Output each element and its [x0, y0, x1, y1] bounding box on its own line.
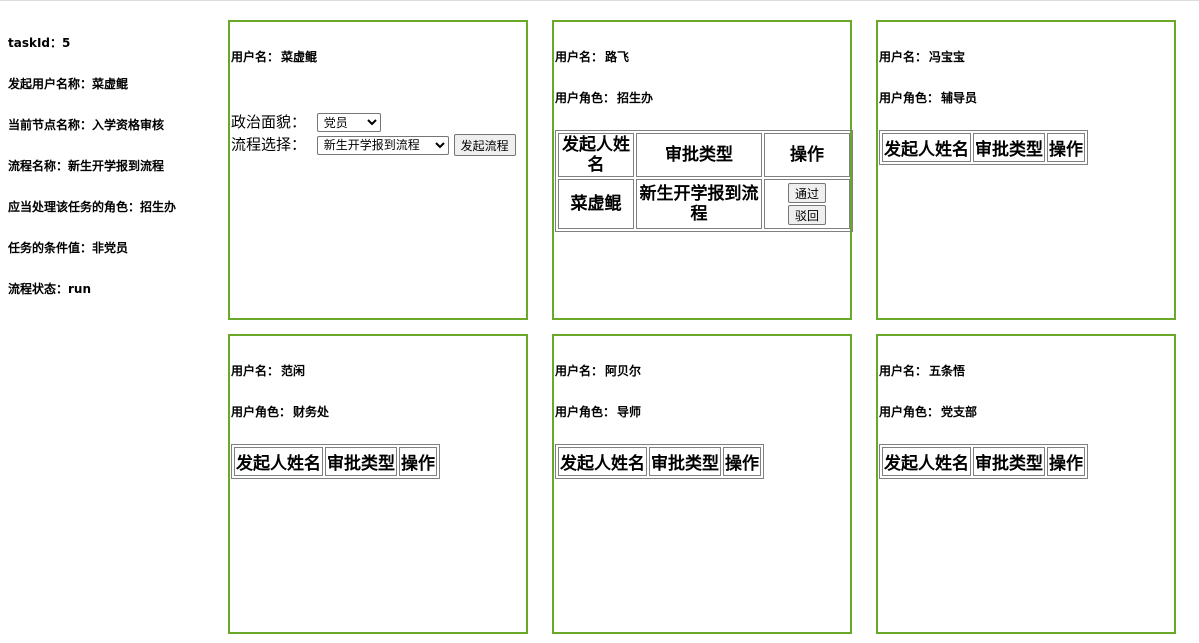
role-label: 用户角色： [879, 405, 940, 419]
username-label: 用户名： [555, 364, 604, 378]
username-line: 用户名： 冯宝宝 [879, 50, 965, 64]
cell-initiator: 菜虚鲲 [558, 179, 634, 229]
header-type: 审批类型 [973, 133, 1045, 162]
current-node-name: 当前节点名称：入学资格审核 [8, 118, 165, 132]
header-initiator: 发起人姓名 [882, 447, 971, 476]
table-header-row: 发起人姓名 审批类型 操作 [558, 133, 850, 177]
user-panel-3: 用户名： 冯宝宝 用户角色： 辅导员 发起人姓名 审批类型 操作 [876, 20, 1176, 320]
task-info-sidebar: taskId：5 发起用户名称：菜虚鲲 当前节点名称：入学资格审核 流程名称：新… [8, 36, 218, 323]
header-type: 审批类型 [325, 447, 397, 476]
task-id: taskId：5 [8, 36, 71, 50]
process-label: 流程选择： [231, 135, 307, 154]
user-panel-5: 用户名： 阿贝尔 用户角色： 导师 发起人姓名 审批类型 操作 [552, 334, 852, 634]
role-value: 招生办 [617, 91, 654, 105]
task-table: 发起人姓名 审批类型 操作 [555, 444, 764, 479]
header-initiator: 发起人姓名 [882, 133, 971, 162]
politics-label: 政治面貌： [231, 113, 307, 131]
table-header-row: 发起人姓名 审批类型 操作 [882, 133, 1085, 162]
header-ops: 操作 [723, 447, 761, 476]
header-ops: 操作 [1047, 447, 1085, 476]
table-header-row: 发起人姓名 审批类型 操作 [558, 447, 761, 476]
role-label: 用户角色： [555, 405, 616, 419]
header-type: 审批类型 [973, 447, 1045, 476]
cell-type: 新生开学报到流程 [636, 179, 762, 229]
username-value: 路飞 [605, 50, 630, 64]
table-header-row: 发起人姓名 审批类型 操作 [234, 447, 437, 476]
username-value: 菜虚鲲 [281, 50, 318, 64]
approve-button[interactable]: 通过 [787, 183, 826, 203]
header-ops: 操作 [399, 447, 437, 476]
reject-button[interactable]: 驳回 [787, 205, 826, 225]
username-line: 用户名： 菜虚鲲 [231, 50, 317, 64]
handler-role: 应当处理该任务的角色：招生办 [8, 200, 177, 214]
username-value: 阿贝尔 [605, 364, 642, 378]
header-initiator: 发起人姓名 [234, 447, 323, 476]
task-table: 发起人姓名 审批类型 操作 [879, 444, 1088, 479]
top-divider [0, 0, 1199, 1]
politics-select[interactable]: 党员 [316, 113, 381, 132]
username-value: 范闲 [281, 364, 306, 378]
username-label: 用户名： [231, 50, 280, 64]
header-ops: 操作 [764, 133, 850, 177]
user-panel-4: 用户名： 范闲 用户角色： 财务处 发起人姓名 审批类型 操作 [228, 334, 528, 634]
username-label: 用户名： [879, 50, 928, 64]
process-status: 流程状态：run [8, 282, 92, 296]
header-type: 审批类型 [636, 133, 762, 177]
header-initiator: 发起人姓名 [558, 447, 647, 476]
process-name: 流程名称：新生开学报到流程 [8, 159, 165, 173]
start-process-button[interactable]: 发起流程 [453, 134, 516, 156]
role-value: 导师 [617, 405, 642, 419]
task-table: 发起人姓名 审批类型 操作 [231, 444, 440, 479]
role-value: 党支部 [941, 405, 978, 419]
username-line: 用户名： 路飞 [555, 50, 629, 64]
username-value: 五条悟 [929, 364, 966, 378]
user-panel-1: 用户名： 菜虚鲲 政治面貌： 党员 流程选择： 新生开学报到流程 发起流程 [228, 20, 528, 320]
role-label: 用户角色： [555, 91, 616, 105]
user-panel-6: 用户名： 五条悟 用户角色： 党支部 发起人姓名 审批类型 操作 [876, 334, 1176, 634]
task-table: 发起人姓名 审批类型 操作 [879, 130, 1088, 165]
username-label: 用户名： [555, 50, 604, 64]
role-line: 用户角色： 导师 [555, 405, 641, 419]
role-label: 用户角色： [231, 405, 292, 419]
username-line: 用户名： 五条悟 [879, 364, 965, 378]
table-header-row: 发起人姓名 审批类型 操作 [882, 447, 1085, 476]
username-label: 用户名： [879, 364, 928, 378]
cell-ops: 通过 驳回 [764, 179, 850, 229]
politics-row: 政治面貌： 党员 [231, 113, 381, 132]
username-line: 用户名： 阿贝尔 [555, 364, 641, 378]
username-line: 用户名： 范闲 [231, 364, 305, 378]
username-value: 冯宝宝 [929, 50, 966, 64]
header-ops: 操作 [1047, 133, 1085, 162]
role-line: 用户角色： 辅导员 [879, 91, 977, 105]
process-row: 流程选择： 新生开学报到流程 发起流程 [231, 134, 516, 156]
role-value: 财务处 [293, 405, 330, 419]
role-line: 用户角色： 党支部 [879, 405, 977, 419]
condition-value: 任务的条件值：非党员 [8, 241, 129, 255]
role-label: 用户角色： [879, 91, 940, 105]
process-select[interactable]: 新生开学报到流程 [316, 135, 449, 155]
header-type: 审批类型 [649, 447, 721, 476]
role-value: 辅导员 [941, 91, 978, 105]
header-initiator: 发起人姓名 [558, 133, 634, 177]
role-line: 用户角色： 财务处 [231, 405, 329, 419]
table-row: 菜虚鲲 新生开学报到流程 通过 驳回 [558, 179, 850, 229]
role-line: 用户角色： 招生办 [555, 91, 653, 105]
initiator-name: 发起用户名称：菜虚鲲 [8, 77, 129, 91]
task-table: 发起人姓名 审批类型 操作 菜虚鲲 新生开学报到流程 通过 驳回 [555, 130, 853, 232]
user-panel-2: 用户名： 路飞 用户角色： 招生办 发起人姓名 审批类型 操作 菜虚鲲 新生开学报到… [552, 20, 853, 320]
username-label: 用户名： [231, 364, 280, 378]
